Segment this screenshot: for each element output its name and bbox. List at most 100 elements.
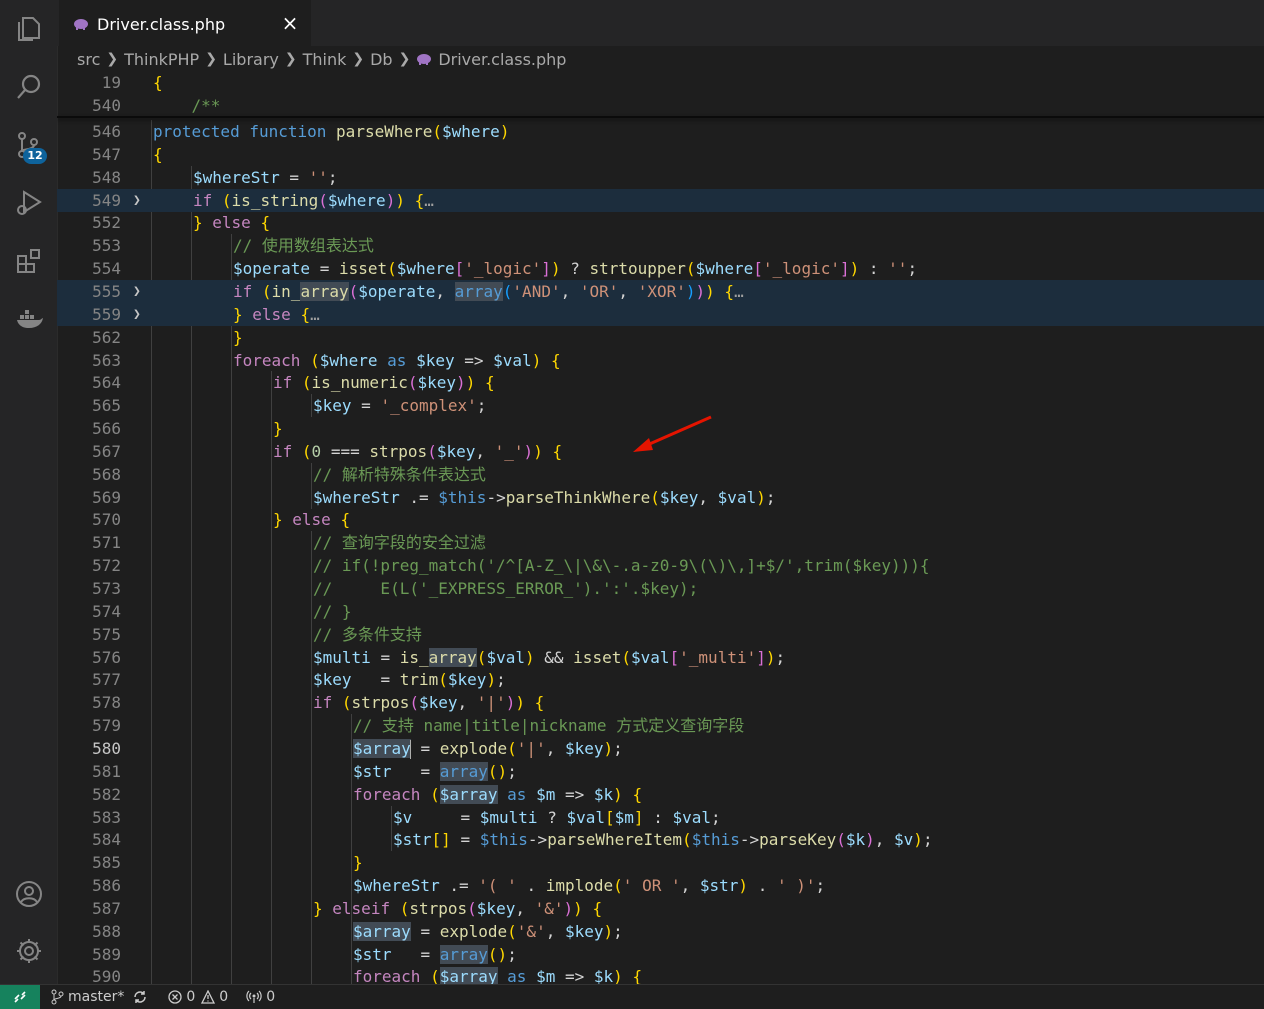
code-text: $str[] = $this->parseWhereItem($this->pa…	[393, 830, 933, 850]
php-elephant-icon	[73, 16, 89, 32]
code-editor[interactable]: 19 {540 /** 546 protected function parseWhe…	[57, 72, 1264, 984]
search-icon[interactable]	[12, 70, 46, 104]
remote-indicator[interactable]	[0, 984, 40, 1009]
code-line[interactable]: 575 // 多条件支持	[57, 623, 1264, 646]
line-number: 567	[92, 441, 121, 461]
chevron-right-icon: ❯	[398, 51, 411, 67]
code-text: // E(L('_EXPRESS_ERROR_').':'.$key);	[313, 579, 699, 598]
problems-indicator[interactable]: 0 0	[168, 989, 228, 1005]
tab-driver-class[interactable]: Driver.class.php ×	[59, 0, 311, 46]
breadcrumb: src ❯ ThinkPHP ❯ Library ❯ Think ❯ Db ❯ …	[77, 46, 566, 72]
settings-icon[interactable]	[12, 934, 46, 968]
code-line[interactable]: 555 ❯ if (in_array($operate, array('AND', …	[57, 279, 1264, 303]
code-line[interactable]: 562}	[57, 326, 1264, 349]
code-line[interactable]: 574 // }	[57, 600, 1264, 623]
code-text: {	[153, 144, 163, 164]
fold-chevron-icon[interactable]: ❯	[133, 189, 145, 212]
line-number: 584	[92, 830, 121, 850]
line-number: 583	[92, 807, 121, 827]
line-number: 555	[92, 281, 121, 301]
branch-name: master*	[68, 988, 125, 1005]
code-line[interactable]: 585}	[57, 851, 1264, 874]
code-text: if (0 === strpos($key, '_')) {	[273, 441, 563, 461]
sticky-line[interactable]: 19 {	[57, 72, 1264, 94]
code-text: } else {…	[233, 304, 320, 324]
code-line[interactable]: 584 $str[] = $this->parseWhereItem($this-…	[57, 828, 1264, 851]
ports-count: 0	[266, 988, 276, 1005]
code-text: if (is_numeric($key)) {	[273, 373, 495, 393]
code-line[interactable]: 552} else {	[57, 211, 1264, 234]
code-text: if (in_array($operate, array('AND', 'OR'…	[233, 281, 744, 301]
code-line[interactable]: 570} else {	[57, 508, 1264, 531]
docker-icon[interactable]	[12, 302, 46, 336]
code-line[interactable]: 559 ❯ } else {…	[57, 302, 1264, 326]
chevron-right-icon: ❯	[284, 51, 297, 67]
sync-icon[interactable]	[132, 989, 148, 1005]
line-number: 578	[92, 693, 121, 713]
code-line[interactable]: 586 $whereStr .= '( ' . implode(' OR ', $…	[57, 874, 1264, 897]
fold-chevron-icon[interactable]: ❯	[133, 280, 145, 303]
code-text: $whereStr .= '( ' . implode(' OR ', $str…	[353, 876, 826, 896]
run-debug-icon[interactable]	[12, 186, 46, 220]
code-text: {	[153, 73, 163, 92]
code-line[interactable]: 578 if (strpos($key, '|')) {	[57, 691, 1264, 714]
code-text: $key = '_complex';	[313, 396, 487, 416]
account-icon[interactable]	[12, 877, 46, 911]
code-line[interactable]: 583 $v = $multi ? $val[$m] : $val;	[57, 806, 1264, 829]
code-line[interactable]: 587} elseif (strpos($key, '&')) {	[57, 897, 1264, 920]
line-number: 540	[92, 96, 121, 115]
code-line[interactable]: 549 ❯ if (is_string($where)) {…	[57, 188, 1264, 212]
code-line[interactable]: 573 // E(L('_EXPRESS_ERROR_').':'.$key);	[57, 577, 1264, 600]
code-line[interactable]: 582 foreach ($array as $m => $k) {	[57, 783, 1264, 806]
explorer-icon[interactable]	[12, 12, 46, 46]
code-line[interactable]: 553 // 使用数组表达式	[57, 234, 1264, 257]
code-text: // 使用数组表达式	[233, 236, 374, 256]
status-bar: master* 0 0 0	[0, 984, 1264, 1009]
line-number: 569	[92, 487, 121, 507]
php-elephant-icon	[416, 53, 432, 65]
line-number: 572	[92, 556, 121, 576]
code-line[interactable]: 588 $array = explode('&', $key);	[57, 920, 1264, 943]
code-text: $operate = isset($where['_logic']) ? str…	[233, 259, 918, 279]
code-line[interactable]: 568 // 解析特殊条件表达式	[57, 463, 1264, 486]
breadcrumb-item[interactable]: src	[77, 50, 100, 69]
code-line[interactable]: 571 // 查询字段的安全过滤	[57, 531, 1264, 554]
code-line[interactable]: 554 $operate = isset($where['_logic']) ? …	[57, 257, 1264, 280]
code-text: foreach ($where as $key => $val) {	[233, 350, 561, 370]
git-branch-icon	[51, 989, 64, 1004]
code-line[interactable]: 564 if (is_numeric($key)) {	[57, 371, 1264, 394]
code-text: $multi = is_array($val) && isset($val['_…	[313, 647, 786, 667]
code-line[interactable]: 589 $str = array();	[57, 943, 1264, 966]
close-icon[interactable]: ×	[279, 12, 301, 34]
code-line[interactable]: 577 $key = trim($key);	[57, 668, 1264, 691]
code-text: protected function parseWhere($where)	[153, 122, 510, 141]
code-line[interactable]: 547 {	[57, 143, 1264, 166]
line-number: 585	[92, 853, 121, 873]
code-line[interactable]: 563 foreach ($where as $key => $val) {	[57, 349, 1264, 372]
line-number: 559	[92, 304, 121, 324]
activity-bar: 12	[0, 0, 58, 984]
breadcrumb-item[interactable]: Db	[370, 50, 392, 69]
code-line[interactable]: 580 $array = explode('|', $key);	[57, 737, 1264, 760]
code-text: // 查询字段的安全过滤	[313, 533, 486, 553]
code-line[interactable]: 581 $str = array();	[57, 760, 1264, 783]
code-line[interactable]: 579 // 支持 name|title|nickname 方式定义查询字段	[57, 714, 1264, 737]
code-line[interactable]: 576 $multi = is_array($val) && isset($val…	[57, 646, 1264, 669]
code-line[interactable]: 590 foreach ($array as $m => $k) {	[57, 965, 1264, 984]
line-number: 548	[92, 167, 121, 187]
code-text: $key = trim($key);	[313, 670, 506, 690]
breadcrumb-file[interactable]: Driver.class.php	[438, 50, 566, 69]
code-line[interactable]: 546 protected function parseWhere($where)	[57, 120, 1264, 143]
line-number: 568	[92, 464, 121, 484]
breadcrumb-item[interactable]: Library	[223, 50, 279, 69]
code-line[interactable]: 572 // if(!preg_match('/^[A-Z_\|\&\-.a-z0…	[57, 554, 1264, 577]
code-line[interactable]: 548 $whereStr = '';	[57, 166, 1264, 189]
sticky-line[interactable]: 540 /**	[57, 94, 1264, 117]
branch-indicator[interactable]: master*	[50, 989, 152, 1005]
code-line[interactable]: 569 $whereStr .= $this->parseThinkWhere($…	[57, 486, 1264, 509]
extensions-icon[interactable]	[12, 244, 46, 278]
breadcrumb-item[interactable]: Think	[303, 50, 347, 69]
ports-indicator[interactable]: 0	[246, 989, 275, 1005]
breadcrumb-item[interactable]: ThinkPHP	[124, 50, 199, 69]
fold-chevron-icon[interactable]: ❯	[133, 303, 145, 326]
